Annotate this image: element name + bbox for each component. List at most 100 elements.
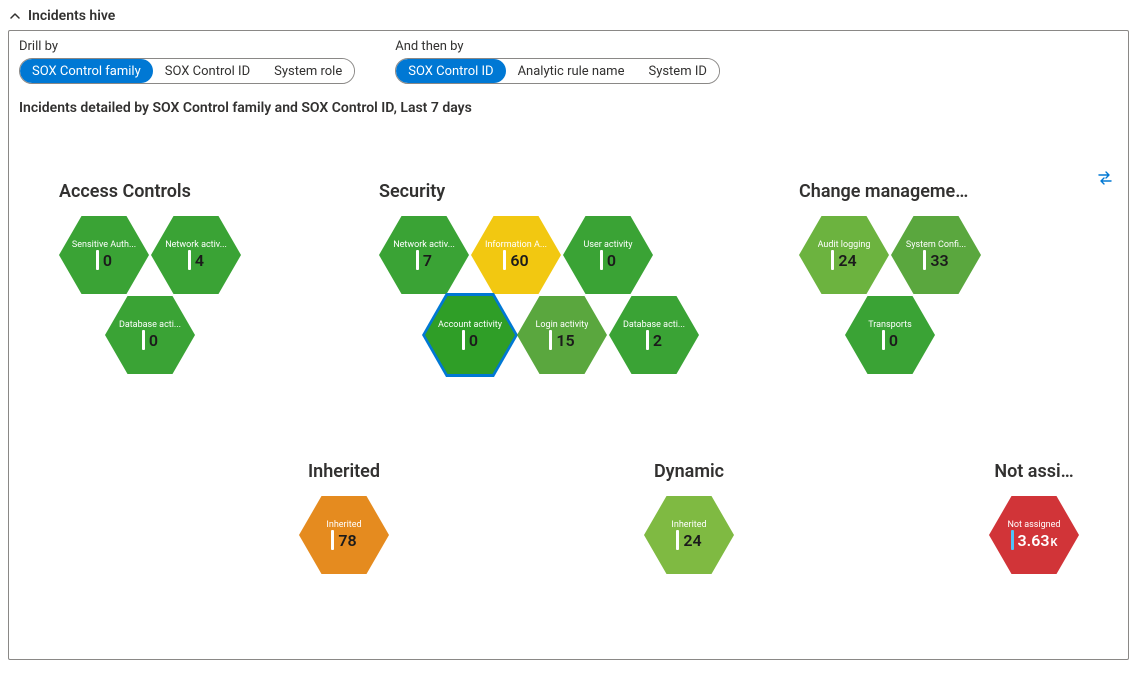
bar-icon [188,250,191,270]
hex-label: Inherited [326,520,361,530]
hex-not-assigned[interactable]: Not assigned 3.63K [989,496,1079,574]
hex-label: Inherited [671,520,706,530]
na-unit: K [1050,536,1057,549]
hive-area: Access Controls Sensitive Auth... 0 Netw… [19,181,1118,649]
hex-information-a[interactable]: Information A... 60 [471,216,561,294]
chevron-up-icon [8,9,22,23]
hex-value-row: 4 [188,250,204,270]
hex-label: Database acti... [119,320,181,330]
hex-value: 0 [149,331,158,350]
group-access-controls: Access Controls Sensitive Auth... 0 Netw… [59,181,289,378]
hex-label: Network activ... [393,240,455,250]
hex-value: 0 [103,251,112,270]
hex-label: User activity [583,240,632,250]
hex-value: 33 [930,251,948,270]
bar-icon [1011,530,1014,550]
hex-value: 7 [423,251,432,270]
hex-network-activ-sec[interactable]: Network activ... 7 [379,216,469,294]
bar-icon [831,250,834,270]
then-by-pills: SOX Control ID Analytic rule name System… [395,58,720,84]
hex-database-acti-sec[interactable]: Database acti... 2 [609,296,699,374]
hex-label: Transports [868,320,911,330]
hex-system-confi[interactable]: System Confi... 33 [891,216,981,294]
pill-analytic-rule-name[interactable]: Analytic rule name [506,59,637,83]
group-security: Security Network activ... 7 Information … [379,181,709,388]
hex-value-row: 15 [549,330,574,350]
hex-value-row: 78 [331,530,356,550]
hex-value: 0 [607,251,616,270]
bar-icon [142,330,145,350]
drill-by-pills: SOX Control family SOX Control ID System… [19,58,355,84]
bar-icon [600,250,603,270]
cluster-security: Network activ... 7 Information A... 60 U… [379,208,709,388]
bar-icon [331,530,334,550]
cluster-inherited: Inherited 78 [284,488,404,578]
hex-sensitive-auth[interactable]: Sensitive Auth... 0 [59,216,149,294]
hex-label: Information A... [485,240,547,250]
hex-value-row: 0 [142,330,158,350]
group-not-assigned: Not assi… Not assigned 3.63K [974,461,1094,578]
hex-value: 15 [556,331,574,350]
hive-subtitle: Incidents detailed by SOX Control family… [19,100,1118,116]
hex-value-row: 60 [503,250,528,270]
filter-group-drill-by: Drill by SOX Control family SOX Control … [19,39,355,84]
na-val: 3.63 [1018,531,1050,550]
hex-label: Login activity [536,320,589,330]
group-title-access-controls: Access Controls [59,181,289,202]
bar-icon [549,330,552,350]
bar-icon [416,250,419,270]
group-title-security: Security [379,181,709,202]
pill-sox-control-id-1[interactable]: SOX Control ID [153,59,262,83]
cluster-change-management: Audit logging 24 System Confi... 33 Tran… [799,208,999,378]
hex-value-row: 0 [600,250,616,270]
panel-body: Drill by SOX Control family SOX Control … [8,30,1129,660]
hex-value: 2 [653,331,662,350]
hex-value: 60 [510,251,528,270]
group-title-dynamic: Dynamic [629,461,749,482]
group-title-inherited: Inherited [284,461,404,482]
hex-transports[interactable]: Transports 0 [845,296,935,374]
hex-user-activity[interactable]: User activity 0 [563,216,653,294]
group-inherited: Inherited Inherited 78 [284,461,404,578]
hex-value: 0 [889,331,898,350]
hex-dynamic-inherited[interactable]: Inherited 24 [644,496,734,574]
hex-login-activity[interactable]: Login activity 15 [517,296,607,374]
cluster-access-controls: Sensitive Auth... 0 Network activ... 4 D… [59,208,289,378]
panel-collapse-header[interactable]: Incidents hive [0,0,1137,30]
bar-icon [96,250,99,270]
group-change-management: Change manageme… Audit logging 24 System… [799,181,999,378]
hex-label: Sensitive Auth... [72,240,136,250]
pill-sox-control-family[interactable]: SOX Control family [20,59,153,83]
pill-sox-control-id-2[interactable]: SOX Control ID [396,59,505,83]
hex-value-row: 24 [676,530,701,550]
hex-value: 0 [469,331,478,350]
hex-value: 4 [195,251,204,270]
hex-value: 24 [683,531,701,550]
group-dynamic: Dynamic Inherited 24 [629,461,749,578]
hex-value: 3.63K [1018,531,1058,550]
hex-audit-logging[interactable]: Audit logging 24 [799,216,889,294]
hex-value-row: 2 [646,330,662,350]
cluster-not-assigned: Not assigned 3.63K [974,488,1094,578]
drill-by-label: Drill by [19,39,355,54]
hex-database-acti-ac[interactable]: Database acti... 0 [105,296,195,374]
filter-group-then-by: And then by SOX Control ID Analytic rule… [395,39,720,84]
hex-label: Database acti... [623,320,685,330]
hex-label: Audit logging [818,240,871,250]
hex-label: Network activ... [165,240,227,250]
bar-icon [923,250,926,270]
bar-icon [676,530,679,550]
bar-icon [462,330,465,350]
filter-row: Drill by SOX Control family SOX Control … [19,39,1118,84]
pill-system-role[interactable]: System role [262,59,354,83]
hex-value-row: 24 [831,250,856,270]
cluster-dynamic: Inherited 24 [629,488,749,578]
hex-value: 24 [838,251,856,270]
hex-value-row: 0 [462,330,478,350]
hex-inherited[interactable]: Inherited 78 [299,496,389,574]
hex-value-row: 7 [416,250,432,270]
pill-system-id[interactable]: System ID [636,59,718,83]
hex-label: Account activity [438,320,502,330]
hex-value-row: 3.63K [1011,530,1058,550]
hex-network-activ-ac[interactable]: Network activ... 4 [151,216,241,294]
